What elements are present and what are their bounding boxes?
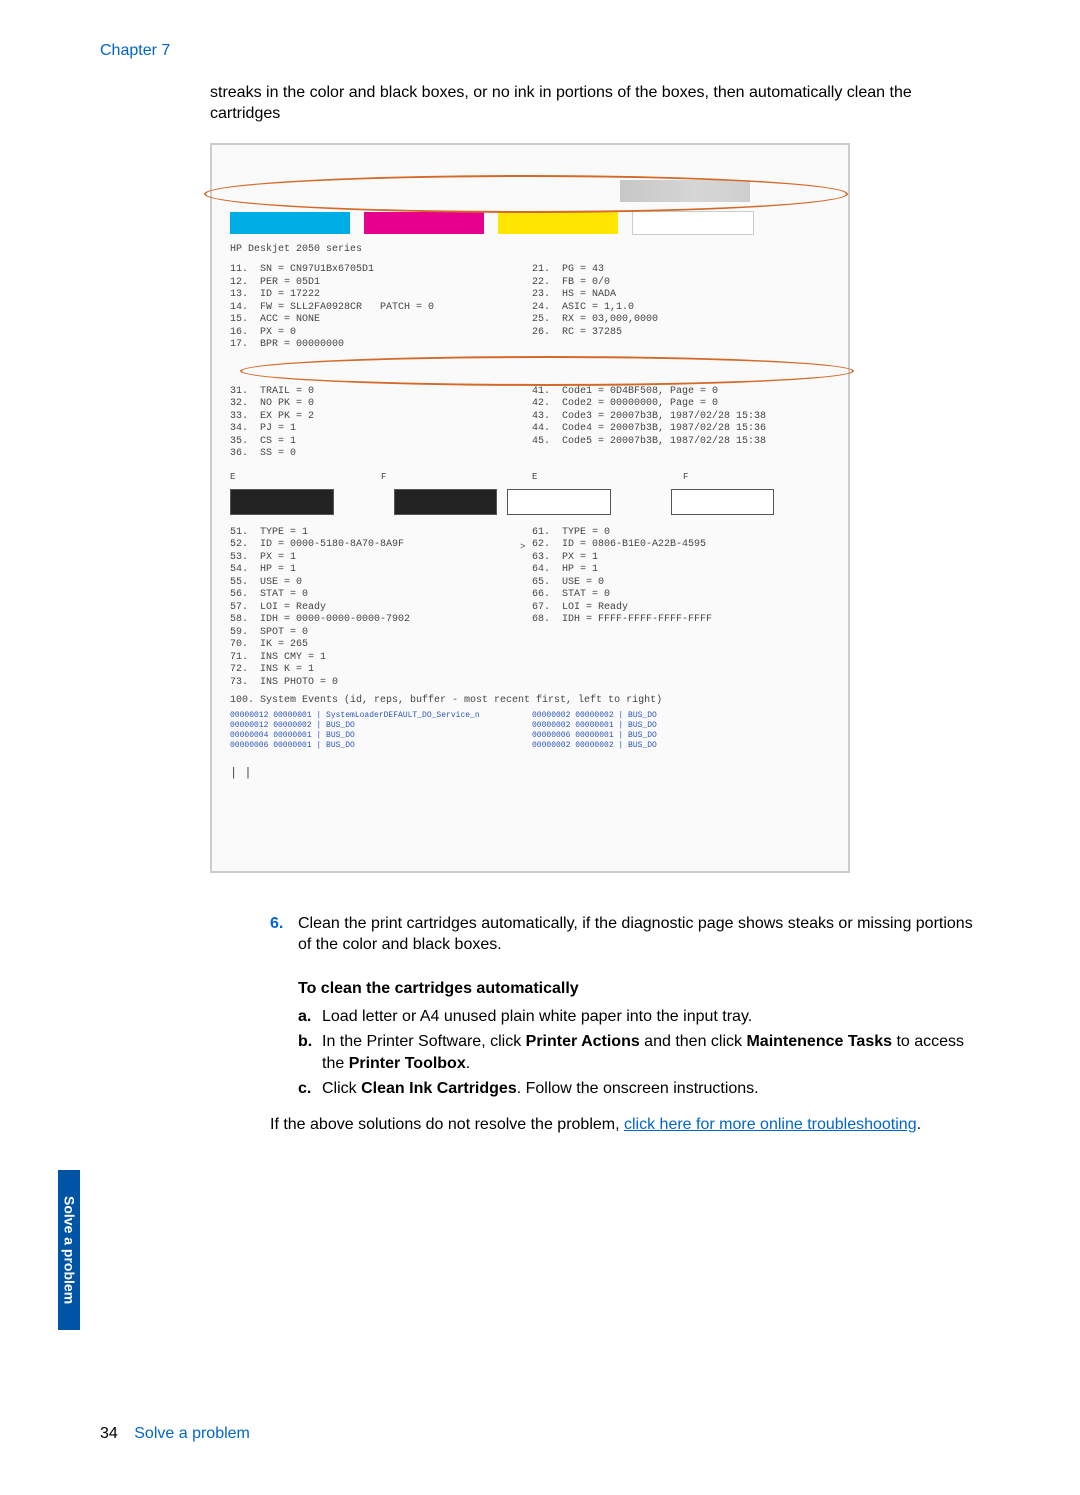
substep-b-letter: b <box>298 1033 308 1050</box>
substep-c-text: Click Clean Ink Cartridges. Follow the o… <box>322 1078 980 1100</box>
substep-b: b. In the Printer Software, click Printe… <box>298 1031 980 1074</box>
system-events-header: 100. System Events (id, reps, buffer - m… <box>230 695 834 707</box>
label-e2: E <box>532 471 623 483</box>
gray-swatch <box>620 180 750 202</box>
step-6: 6. Clean the print cartridges automatica… <box>270 913 980 956</box>
substep-a-text: Load letter or A4 unused plain white pap… <box>322 1006 980 1028</box>
gray-swatch-row <box>230 177 834 205</box>
side-tab: Solve a problem <box>58 1170 80 1330</box>
diag-block-2-left: 31. TRAIL = 0 32. NO PK = 0 33. EX PK = … <box>230 386 532 461</box>
bracket-marks: | | <box>230 765 834 781</box>
step-6-text: Clean the print cartridges automatically… <box>298 913 980 956</box>
substep-a: a. Load letter or A4 unused plain white … <box>298 1006 980 1028</box>
diag-block-3-left: 51. TYPE = 1 52. ID = 0000-5180-8A70-8A9… <box>230 527 532 690</box>
black-test-box-1 <box>230 489 334 515</box>
black-test-box-2 <box>394 489 498 515</box>
diag-block-1-right: 21. PG = 43 22. FB = 0/0 23. HS = NADA 2… <box>532 264 834 352</box>
label-e1: E <box>230 471 321 483</box>
black-swatch-empty <box>632 211 754 235</box>
magenta-swatch <box>364 212 484 234</box>
label-f2: F <box>683 471 774 483</box>
color-swatch-row <box>230 209 834 237</box>
footer-section: Solve a problem <box>134 1425 250 1442</box>
substep-c: c. Click Clean Ink Cartridges. Follow th… <box>298 1078 980 1100</box>
yellow-swatch <box>498 212 618 234</box>
label-f1: F <box>381 471 472 483</box>
diag-block-3-right: 61. TYPE = 0 62. ID = 0806-B1E0-A22B-459… <box>532 527 834 690</box>
chapter-header: Chapter 7 <box>100 40 1000 62</box>
diag-block-1-left: 11. SN = CN97U1Bx6705D1 12. PER = 05D1 1… <box>230 264 532 352</box>
system-events-right: 00000002 00000002 | BUS_DO 00000002 0000… <box>532 711 834 751</box>
troubleshooting-link[interactable]: click here for more online troubleshooti… <box>624 1116 917 1133</box>
intro-text: streaks in the color and black boxes, or… <box>210 82 980 125</box>
substep-b-text: In the Printer Software, click Printer A… <box>322 1031 980 1074</box>
annotation-circle-2 <box>240 356 854 386</box>
substep-c-letter: c <box>298 1080 307 1097</box>
light-test-box-1 <box>507 489 611 515</box>
cyan-swatch <box>230 212 350 234</box>
page-number: 34 <box>100 1425 118 1442</box>
light-test-box-2 <box>671 489 775 515</box>
page-footer: 34 Solve a problem <box>100 1423 250 1445</box>
diagnostic-title: HP Deskjet 2050 series <box>230 243 834 257</box>
closing-paragraph: If the above solutions do not resolve th… <box>270 1114 980 1136</box>
system-events-left: 00000012 00000001 | SystemLoaderDEFAULT_… <box>230 711 532 751</box>
substep-a-letter: a <box>298 1008 307 1025</box>
step-6-number: 6. <box>270 913 298 956</box>
diag-dot: > <box>520 541 525 553</box>
diagnostic-page-figure: HP Deskjet 2050 series 11. SN = CN97U1Bx… <box>210 143 850 873</box>
diag-block-2-right: 41. Code1 = 0D4BF508, Page = 0 42. Code2… <box>532 386 834 461</box>
sub-heading: To clean the cartridges automatically <box>298 978 980 1000</box>
